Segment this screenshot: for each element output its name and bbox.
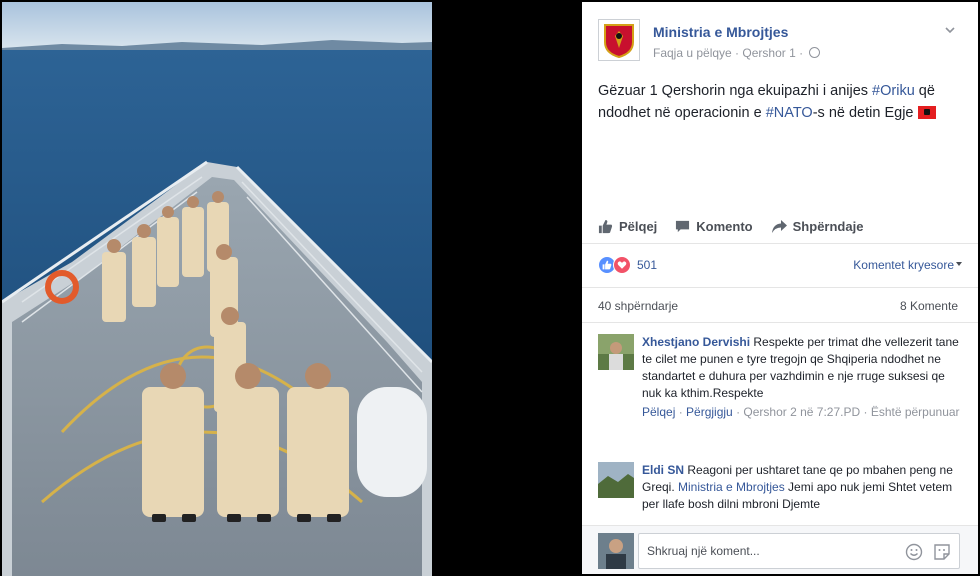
page-name-link[interactable]: Ministria e Mbrojtjes xyxy=(653,24,788,40)
post-text-part: Gëzuar 1 Qershorin nga ekuipazhi i anije… xyxy=(598,83,873,99)
commenter-name[interactable]: Xhestjano Dervishi xyxy=(642,335,750,349)
avatar[interactable] xyxy=(598,462,634,498)
post-photo[interactable] xyxy=(2,2,432,576)
mentioned-page-link[interactable]: Ministria e Mbrojtjes xyxy=(678,480,785,494)
ship-deck-image xyxy=(2,2,432,576)
post-actions: Pëlqej Komento Shpërndaje xyxy=(598,214,881,238)
comment-label: Komento xyxy=(696,218,753,234)
post-panel: Ministria e Mbrojtjes Faqja u pëlqye · Q… xyxy=(582,2,978,574)
love-reaction-icon xyxy=(613,256,631,274)
post-text: Gëzuar 1 Qershorin nga ekuipazhi i anije… xyxy=(598,80,958,124)
avatar[interactable] xyxy=(598,334,634,370)
top-comments-label: Komentet kryesore xyxy=(853,258,954,272)
comment-edited: Është përpunuar xyxy=(870,405,960,419)
hashtag-oriku[interactable]: #Oriku xyxy=(872,83,915,99)
divider xyxy=(582,287,978,288)
comment-body: Eldi SN Reagoni per ushtaret tane qe po … xyxy=(642,462,962,522)
shares-count-link[interactable]: 40 shpërndarje xyxy=(598,299,678,313)
comment-like-link[interactable]: Pëlqej xyxy=(642,405,675,419)
ministry-emblem-icon xyxy=(604,24,634,58)
albania-flag-icon xyxy=(917,106,936,119)
comments-count-link[interactable]: 8 Komente xyxy=(900,299,958,313)
post-meta-text: Faqja u pëlqye · Qershor 1 · xyxy=(653,46,804,60)
emoji-icon[interactable] xyxy=(905,543,923,561)
comment-composer: Shkruaj një koment... xyxy=(582,525,978,574)
comment-reply-link[interactable]: Përgjigju xyxy=(686,405,733,419)
globe-icon xyxy=(809,47,821,58)
comment-meta: Pëlqej · Përgjigju · Qershor 2 në 7:27.P… xyxy=(642,405,960,419)
like-button[interactable]: Pëlqej xyxy=(598,219,657,234)
reaction-summary[interactable]: 501 xyxy=(598,256,657,274)
comment-item: Xhestjano Dervishi Respekte per trimat d… xyxy=(598,334,966,454)
page-avatar[interactable] xyxy=(598,19,640,61)
divider xyxy=(582,243,978,244)
comment-input-placeholder: Shkruaj një koment... xyxy=(647,544,760,558)
share-label: Shpërndaje xyxy=(792,218,864,234)
top-comments-dropdown[interactable]: Komentet kryesore xyxy=(853,258,962,272)
post-meta: Faqja u pëlqye · Qershor 1 · xyxy=(653,46,821,60)
avatar[interactable] xyxy=(598,533,634,569)
caret-down-icon xyxy=(956,262,962,266)
divider xyxy=(582,322,978,323)
hashtag-nato[interactable]: #NATO xyxy=(766,105,813,121)
comment-button[interactable]: Komento xyxy=(675,218,753,234)
comment-time[interactable]: Qershor 2 në 7:27.PD xyxy=(743,405,860,419)
thumbs-up-icon xyxy=(598,219,613,233)
reaction-count: 501 xyxy=(637,258,658,272)
chevron-down-icon[interactable] xyxy=(944,24,956,36)
comment-input[interactable]: Shkruaj një koment... xyxy=(638,533,960,569)
commenter-name[interactable]: Eldi SN xyxy=(642,463,684,477)
comment-body: Xhestjano Dervishi Respekte per trimat d… xyxy=(642,334,962,421)
sticker-icon[interactable] xyxy=(933,543,951,561)
post-text-part: -s në detin Egje xyxy=(812,105,918,121)
share-arrow-icon xyxy=(771,219,787,233)
comment-item: Eldi SN Reagoni per ushtaret tane qe po … xyxy=(598,462,966,522)
comment-icon xyxy=(676,220,690,232)
like-label: Pëlqej xyxy=(619,218,658,234)
share-button[interactable]: Shpërndaje xyxy=(771,218,864,234)
